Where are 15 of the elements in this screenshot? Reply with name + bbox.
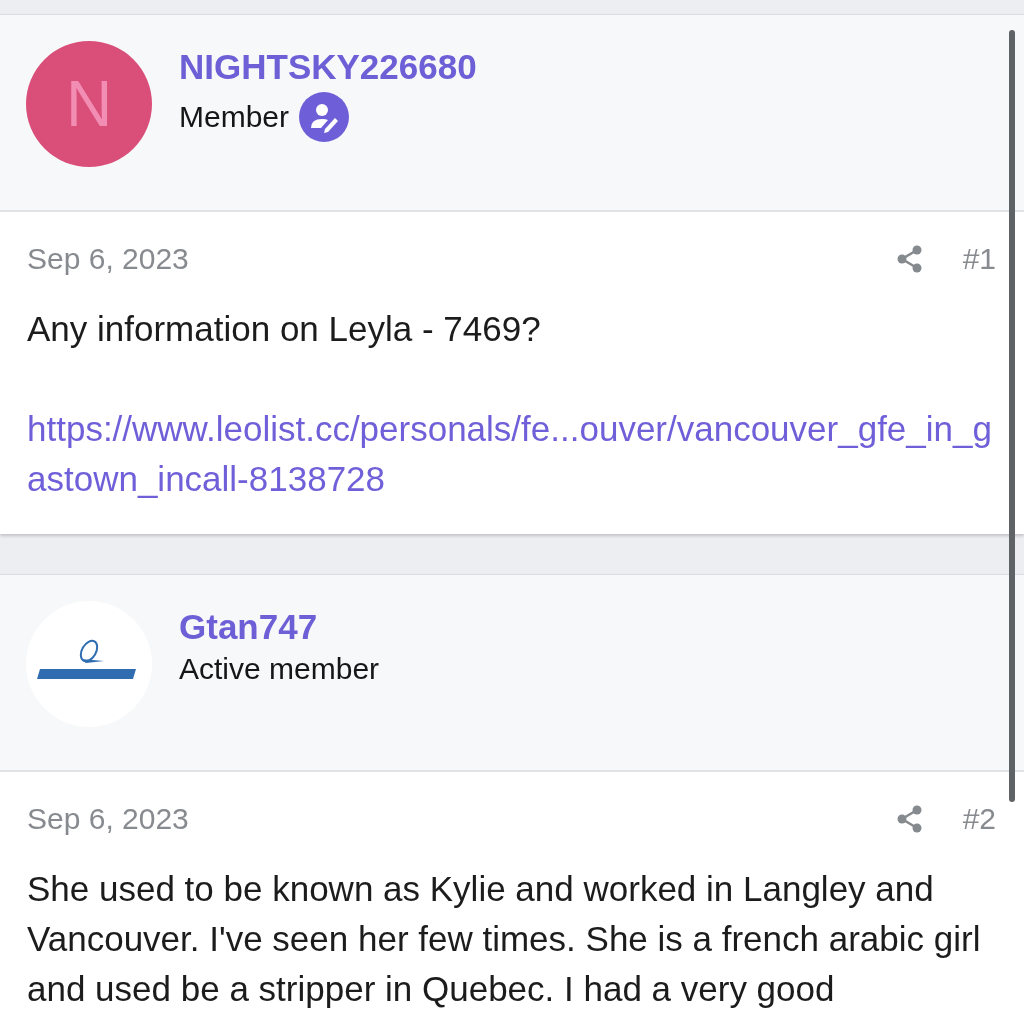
avatar[interactable]: N <box>26 41 152 167</box>
post-number[interactable]: #1 <box>962 242 996 276</box>
scrollbar[interactable] <box>1009 30 1015 802</box>
post-text: Any information on Leyla - 7469? <box>27 308 542 350</box>
post-link[interactable]: https://www.leolist.cc/personals/fe...ouver/vancouver_gfe_in_gastown_incall-8138728 <box>27 404 996 504</box>
user-title: Member <box>179 100 290 134</box>
post-number[interactable]: #2 <box>962 802 996 836</box>
share-icon[interactable] <box>896 805 923 833</box>
username-link[interactable]: NIGHTSKY226680 <box>179 45 477 89</box>
post-date[interactable]: Sep 6, 2023 <box>27 242 189 276</box>
username-link[interactable]: Gtan747 <box>179 605 380 649</box>
post-text: She used to be known as Kylie and worked in Langley and Vancouver. I've seen her few times. She is a french arabic girl and used be a stripper in Quebec. I had a very good <box>27 868 982 1010</box>
user-title: Active member <box>179 652 380 686</box>
share-icon[interactable] <box>896 245 923 273</box>
post-date[interactable]: Sep 6, 2023 <box>27 802 189 836</box>
